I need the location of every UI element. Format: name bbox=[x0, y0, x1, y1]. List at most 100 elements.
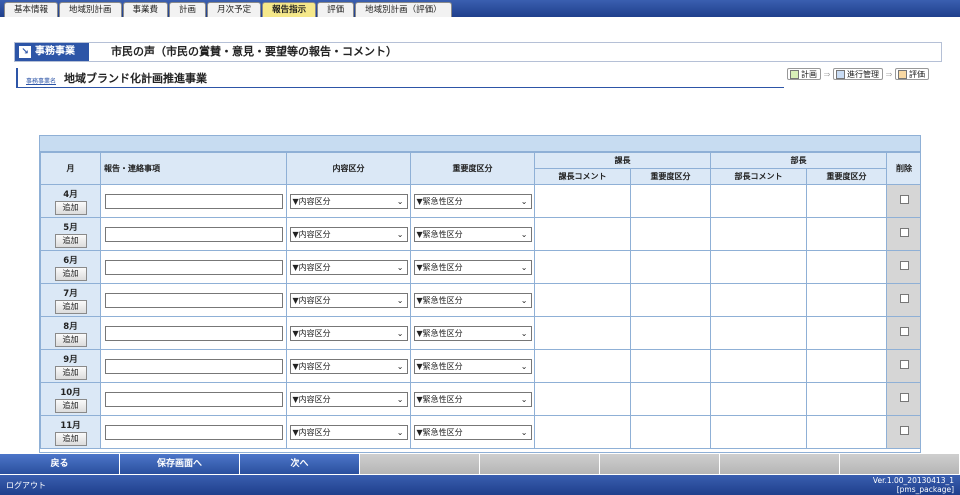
content-select[interactable]: ▼内容区分 ⌄ bbox=[289, 325, 408, 341]
col-month: 月 bbox=[40, 152, 101, 185]
importance-select[interactable]: ▼緊急性区分 ⌄ bbox=[413, 424, 532, 440]
project-name: 地域ブランド化計画推進事業 bbox=[64, 72, 207, 85]
content-cell: ▼内容区分 ⌄ bbox=[286, 250, 411, 284]
tab-0[interactable]: 基本情報 bbox=[4, 2, 59, 17]
delete-checkbox[interactable] bbox=[899, 393, 909, 402]
footer-button-0[interactable]: 戻る bbox=[0, 454, 119, 474]
tab-strip: 基本情報 地域別計画 事業費 計画 月次予定 報告指示 評価 地域別計画（評価） bbox=[4, 2, 453, 17]
content-select-value: ▼内容区分 bbox=[292, 196, 331, 206]
head-comment-cell bbox=[710, 349, 807, 383]
delete-checkbox[interactable] bbox=[899, 426, 909, 435]
report-input[interactable] bbox=[104, 193, 283, 209]
importance-select[interactable]: ▼緊急性区分 ⌄ bbox=[413, 259, 532, 275]
delete-checkbox[interactable] bbox=[899, 327, 909, 336]
report-input[interactable] bbox=[104, 358, 283, 374]
importance-select[interactable]: ▼緊急性区分 ⌄ bbox=[413, 292, 532, 308]
chief-importance-cell bbox=[630, 217, 711, 251]
arrow-icon: ↘ bbox=[19, 46, 31, 58]
col-head-comment: 部長コメント bbox=[710, 168, 807, 185]
footer-button-3[interactable] bbox=[360, 454, 479, 474]
workflow-steps: 計画 ⇒ 進行管理 ⇒ 評価 bbox=[787, 68, 929, 80]
chevron-down-icon: ⌄ bbox=[520, 328, 528, 338]
report-input[interactable] bbox=[104, 391, 283, 407]
report-input[interactable] bbox=[104, 325, 283, 341]
arrow-right-icon: ⇒ bbox=[885, 69, 893, 79]
importance-cell: ▼緊急性区分 ⌄ bbox=[410, 283, 535, 317]
importance-select-value: ▼緊急性区分 bbox=[416, 229, 463, 239]
content-select[interactable]: ▼内容区分 ⌄ bbox=[289, 193, 408, 209]
table-row: 10月 追加 ▼内容区分 ⌄ ▼緊急性区分 ⌄ bbox=[40, 382, 920, 416]
col-delete: 削除 bbox=[886, 152, 920, 185]
month-cell: 10月 追加 bbox=[40, 382, 101, 416]
head-comment-cell bbox=[710, 283, 807, 317]
footer-button-1[interactable]: 保存画面へ bbox=[120, 454, 239, 474]
content-select[interactable]: ▼内容区分 ⌄ bbox=[289, 292, 408, 308]
importance-select[interactable]: ▼緊急性区分 ⌄ bbox=[413, 226, 532, 242]
content-select[interactable]: ▼内容区分 ⌄ bbox=[289, 424, 408, 440]
report-input[interactable] bbox=[104, 226, 283, 242]
content-select[interactable]: ▼内容区分 ⌄ bbox=[289, 226, 408, 242]
tab-7[interactable]: 地域別計画（評価） bbox=[355, 2, 452, 17]
add-button[interactable]: 追加 bbox=[54, 365, 87, 380]
month-label: 5月 bbox=[63, 222, 78, 233]
importance-select[interactable]: ▼緊急性区分 ⌄ bbox=[413, 391, 532, 407]
col-importance: 重要度区分 bbox=[410, 152, 535, 185]
importance-select[interactable]: ▼緊急性区分 ⌄ bbox=[413, 193, 532, 209]
report-cell bbox=[100, 184, 287, 218]
table-row: 8月 追加 ▼内容区分 ⌄ ▼緊急性区分 ⌄ bbox=[40, 316, 920, 350]
tab-5[interactable]: 報告指示 bbox=[262, 2, 317, 17]
importance-cell: ▼緊急性区分 ⌄ bbox=[410, 250, 535, 284]
head-importance-cell bbox=[806, 415, 887, 449]
add-button[interactable]: 追加 bbox=[54, 200, 87, 215]
report-cell bbox=[100, 415, 287, 449]
footer-button-6[interactable] bbox=[720, 454, 839, 474]
chief-comment-cell bbox=[534, 217, 631, 251]
tab-2[interactable]: 事業費 bbox=[122, 2, 169, 17]
content-select-value: ▼内容区分 bbox=[292, 394, 331, 404]
content-select[interactable]: ▼内容区分 ⌄ bbox=[289, 358, 408, 374]
add-button[interactable]: 追加 bbox=[54, 233, 87, 248]
importance-select[interactable]: ▼緊急性区分 ⌄ bbox=[413, 325, 532, 341]
chevron-down-icon: ⌄ bbox=[396, 328, 404, 338]
head-comment-cell bbox=[710, 382, 807, 416]
chevron-down-icon: ⌄ bbox=[520, 196, 528, 206]
chevron-down-icon: ⌄ bbox=[520, 427, 528, 437]
importance-cell: ▼緊急性区分 ⌄ bbox=[410, 415, 535, 449]
report-input[interactable] bbox=[104, 292, 283, 308]
content-select[interactable]: ▼内容区分 ⌄ bbox=[289, 259, 408, 275]
add-button[interactable]: 追加 bbox=[54, 299, 87, 314]
report-input[interactable] bbox=[104, 424, 283, 440]
chief-importance-cell bbox=[630, 283, 711, 317]
footer-button-7[interactable] bbox=[840, 454, 959, 474]
page-title-bar: ↘ 事務事業 市民の声（市民の賞賛・意見・要望等の報告・コメント） bbox=[14, 42, 942, 62]
importance-select[interactable]: ▼緊急性区分 ⌄ bbox=[413, 358, 532, 374]
footer-button-2[interactable]: 次へ bbox=[240, 454, 359, 474]
add-button[interactable]: 追加 bbox=[54, 332, 87, 347]
tab-4[interactable]: 月次予定 bbox=[207, 2, 262, 17]
month-label: 11月 bbox=[60, 420, 81, 431]
delete-checkbox[interactable] bbox=[899, 261, 909, 270]
add-button[interactable]: 追加 bbox=[54, 398, 87, 413]
footer-button-5[interactable] bbox=[600, 454, 719, 474]
chief-importance-cell bbox=[630, 415, 711, 449]
content-select[interactable]: ▼内容区分 ⌄ bbox=[289, 391, 408, 407]
tab-3[interactable]: 計画 bbox=[169, 2, 207, 17]
tab-1[interactable]: 地域別計画 bbox=[59, 2, 122, 17]
section-tag: ↘ 事務事業 bbox=[15, 43, 89, 61]
delete-checkbox[interactable] bbox=[899, 360, 909, 369]
delete-checkbox[interactable] bbox=[899, 294, 909, 303]
footer-button-4[interactable] bbox=[480, 454, 599, 474]
workflow-step-label: 計画 bbox=[801, 69, 817, 79]
chevron-down-icon: ⌄ bbox=[396, 196, 404, 206]
report-input[interactable] bbox=[104, 259, 283, 275]
add-button[interactable]: 追加 bbox=[54, 431, 87, 446]
report-table: 月 報告・連絡事項 内容区分 重要度区分 課長 部長 削除 課長コメント 重要度… bbox=[40, 152, 920, 449]
logout-link[interactable]: ログアウト bbox=[6, 480, 46, 491]
delete-checkbox[interactable] bbox=[899, 228, 909, 237]
chevron-down-icon: ⌄ bbox=[396, 229, 404, 239]
chevron-down-icon: ⌄ bbox=[520, 394, 528, 404]
add-button[interactable]: 追加 bbox=[54, 266, 87, 281]
tab-6[interactable]: 評価 bbox=[317, 2, 355, 17]
month-label: 10月 bbox=[60, 387, 81, 398]
delete-checkbox[interactable] bbox=[899, 195, 909, 204]
